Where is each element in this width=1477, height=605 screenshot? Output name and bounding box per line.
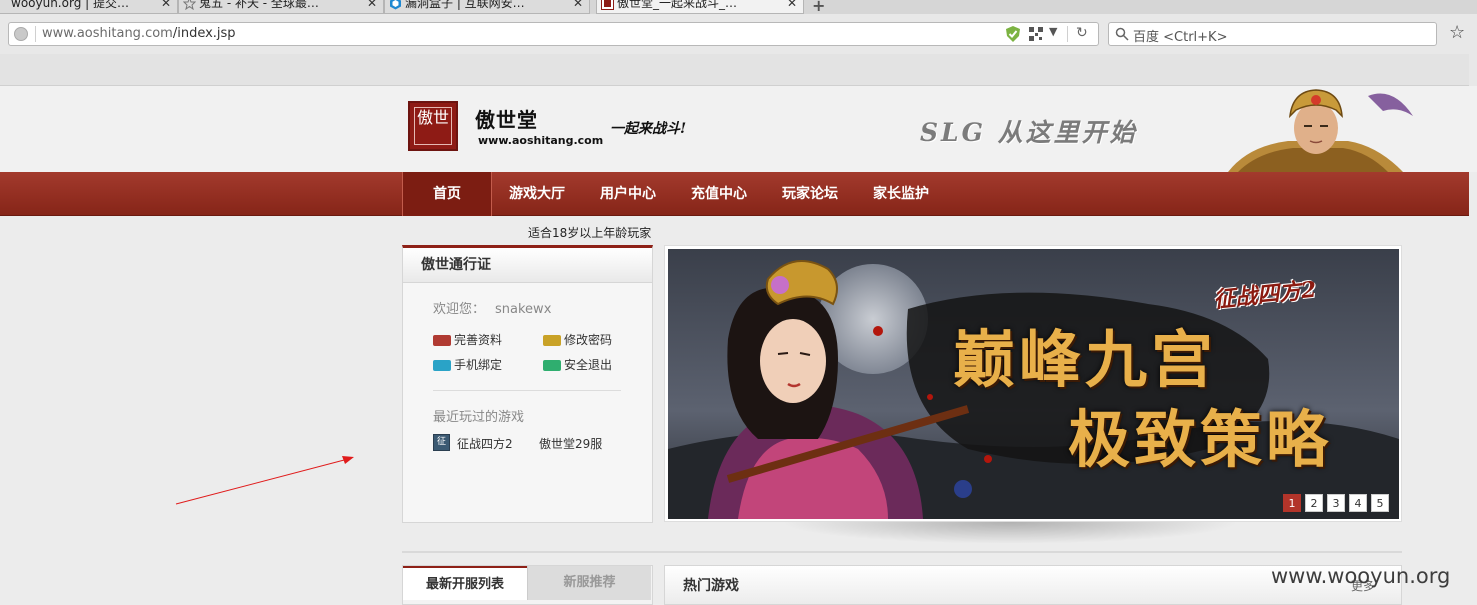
action-label: 完善资料 (454, 333, 503, 347)
main-nav: 首页 游戏大厅 用户中心 充值中心 玩家论坛 家长监护 (0, 172, 1469, 216)
globe-icon (14, 27, 28, 41)
nav-item-forum[interactable]: 玩家论坛 (782, 172, 838, 216)
hot-games-title: 热门游戏 (683, 578, 739, 594)
banner-headline-1: 巅峰九宫 (953, 323, 1218, 396)
dropdown-arrow-icon[interactable]: ▼ (1049, 25, 1057, 38)
nav-item-parental[interactable]: 家长监护 (873, 172, 929, 216)
game-icon[interactable]: 征 (433, 434, 450, 451)
close-icon[interactable]: ✕ (573, 0, 583, 12)
search-placeholder: 百度 <Ctrl+K> (1133, 30, 1228, 45)
age-notice: 适合18岁以上年龄玩家 (528, 226, 652, 240)
divider (35, 26, 36, 42)
welcome-label: 欢迎您： (433, 302, 486, 317)
watermark: www.wooyun.org (1271, 564, 1451, 588)
logout-link[interactable]: 安全退出 (543, 358, 612, 372)
reload-icon[interactable]: ↻ (1076, 25, 1088, 41)
site-header: 傲世 傲世堂 www.aoshitang.com 一起来战斗! SLG 从这里开… (0, 86, 1477, 172)
star-favicon-icon (183, 0, 196, 10)
change-password-link[interactable]: 修改密码 (543, 333, 612, 347)
browser-tab-bar: wooyun.org | 提交… ✕ 鬼五 - 补天 - 全球最… ✕ 漏洞盒子… (0, 0, 1477, 14)
divider (1067, 26, 1068, 42)
scrollbar[interactable] (1469, 14, 1477, 86)
close-icon[interactable]: ✕ (787, 0, 797, 12)
profile-arrow-icon (433, 335, 451, 346)
nav-item-recharge[interactable]: 充值中心 (691, 172, 747, 216)
search-icon (1115, 27, 1129, 41)
bookmark-star-icon[interactable]: ☆ (1449, 22, 1465, 43)
username: snakewx (495, 302, 552, 317)
brand-url: www.aoshitang.com (478, 134, 604, 147)
logo-text: 傲世 (414, 107, 452, 145)
carousel-page-1[interactable]: 1 (1283, 494, 1301, 512)
phone-arrow-icon (433, 360, 451, 371)
action-label: 安全退出 (564, 358, 613, 372)
tab-title: 漏洞盒子 | 互联网安… (405, 0, 525, 10)
tab-title: 鬼五 - 补天 - 全球最… (199, 0, 319, 10)
tab-title: 傲世堂_一起来战斗_… (617, 0, 738, 10)
divider (433, 390, 621, 391)
banner-carousel[interactable]: 征战四方2 巅峰九宫 极致策略 1 2 3 4 5 (664, 245, 1402, 522)
browser-tab-3[interactable]: 漏洞盒子 | 互联网安… ✕ (384, 0, 590, 14)
url-domain: www.aoshitang.com (42, 26, 173, 41)
close-icon[interactable]: ✕ (367, 0, 377, 12)
address-bar[interactable]: www.aoshitang.com/index.jsp ▼ ↻ (8, 22, 1099, 46)
carousel-page-4[interactable]: 4 (1349, 494, 1367, 512)
nav-item-home[interactable]: 首页 (402, 172, 492, 216)
tab-new-recommend[interactable]: 新服推荐 (527, 566, 651, 600)
warrior-hero-image (1228, 89, 1413, 172)
tab-new-servers[interactable]: 最新开服列表 (403, 566, 527, 600)
slogan-small: 一起来战斗! (610, 121, 687, 137)
recent-games-title: 最近玩过的游戏 (433, 410, 525, 425)
browser-tab-2[interactable]: 鬼五 - 补天 - 全球最… ✕ (178, 0, 384, 14)
recent-server-link[interactable]: 傲世堂29服 (539, 435, 602, 452)
tab-title: wooyun.org | 提交… (11, 0, 129, 10)
server-tabs: 最新开服列表 新服推荐 (402, 565, 653, 605)
banner-shadow (780, 522, 1240, 544)
bind-phone-link[interactable]: 手机绑定 (433, 358, 502, 372)
browser-tab-4-active[interactable]: 傲世堂_一起来战斗_… ✕ (596, 0, 804, 14)
search-box[interactable]: 百度 <Ctrl+K> (1108, 22, 1437, 46)
url-path: /index.jsp (172, 26, 236, 41)
welcome-line: 欢迎您： snakewx (433, 298, 551, 317)
cube-favicon-icon (390, 0, 401, 10)
carousel-page-5[interactable]: 5 (1371, 494, 1389, 512)
banner-slide[interactable]: 征战四方2 巅峰九宫 极致策略 1 2 3 4 5 (668, 249, 1399, 519)
logout-arrow-icon (543, 360, 561, 371)
site-logo[interactable]: 傲世 (408, 101, 458, 151)
nav-item-user-center[interactable]: 用户中心 (600, 172, 656, 216)
annotation-arrow-icon (175, 456, 354, 505)
carousel-page-3[interactable]: 3 (1327, 494, 1345, 512)
banner-headline-2: 极致策略 (1068, 403, 1333, 476)
divider (402, 551, 1402, 553)
qr-code-icon[interactable] (1029, 27, 1043, 41)
passport-panel: 傲世通行证 欢迎您： snakewx 完善资料 修改密码 手机绑定 安全退出 最近… (402, 245, 653, 523)
url-text[interactable]: www.aoshitang.com/index.jsp (42, 26, 236, 41)
shield-check-icon[interactable] (1006, 26, 1020, 42)
complete-profile-link[interactable]: 完善资料 (433, 333, 502, 347)
passport-title: 傲世通行证 (403, 248, 652, 283)
aoshitang-favicon-icon (601, 0, 614, 10)
browser-tab-1[interactable]: wooyun.org | 提交… ✕ (0, 0, 178, 14)
password-arrow-icon (543, 335, 561, 346)
new-tab-plus-icon[interactable]: + (812, 0, 825, 14)
slogan-big: SLG 从这里开始 (920, 118, 1138, 147)
close-icon[interactable]: ✕ (161, 0, 171, 12)
browser-toolbar: www.aoshitang.com/index.jsp ▼ ↻ 百度 <Ctrl… (0, 14, 1477, 54)
action-label: 手机绑定 (454, 358, 503, 372)
recent-game-link[interactable]: 征战四方2 (457, 435, 513, 452)
action-label: 修改密码 (564, 333, 613, 347)
nav-item-game-hall[interactable]: 游戏大厅 (509, 172, 565, 216)
brand-name: 傲世堂 (475, 108, 538, 132)
toolbar-strip (0, 54, 1477, 86)
carousel-page-2[interactable]: 2 (1305, 494, 1323, 512)
